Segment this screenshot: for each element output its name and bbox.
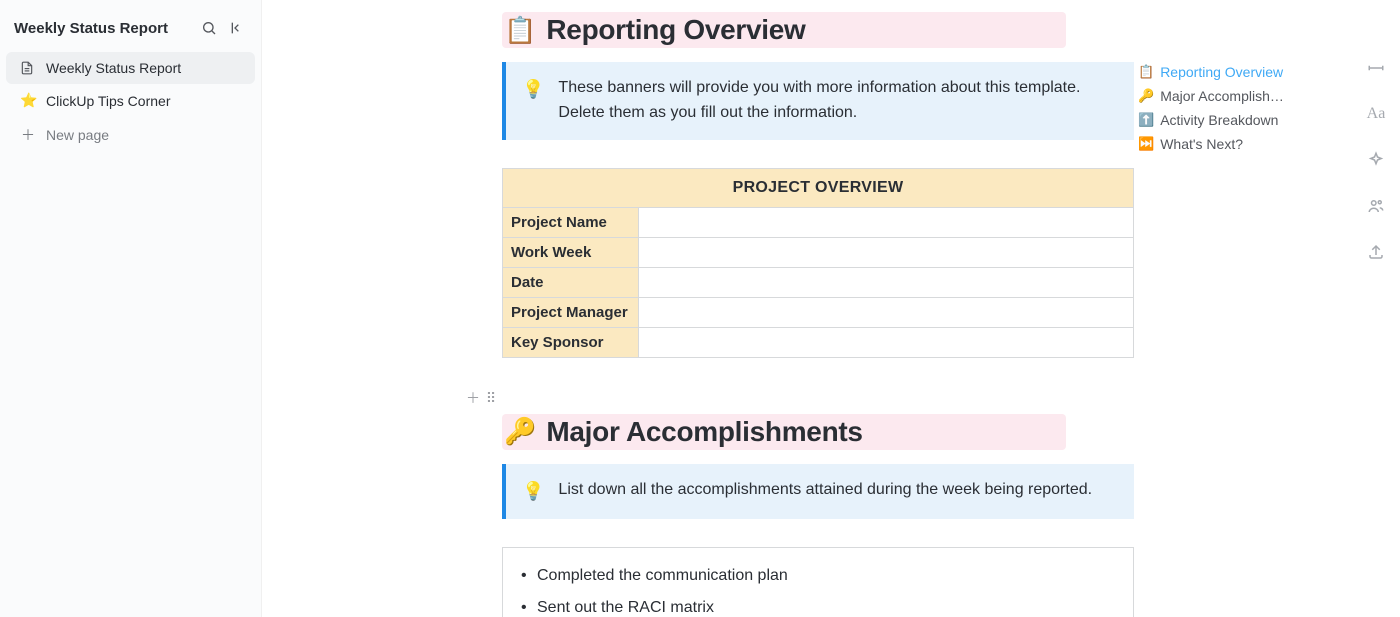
drag-handle-icon[interactable]: ⠿ xyxy=(484,388,498,408)
workspace-title: Weekly Status Report xyxy=(14,20,191,37)
document-content: 📋 Reporting Overview 💡 These banners wil… xyxy=(502,12,1134,617)
heading-reporting-overview[interactable]: 📋 Reporting Overview xyxy=(502,12,1066,48)
right-rail: Aa xyxy=(1352,0,1400,617)
accomplishments-block[interactable]: Completed the communication plan Sent ou… xyxy=(502,547,1134,617)
table-row: Date xyxy=(503,267,1134,297)
table-header: PROJECT OVERVIEW xyxy=(503,168,1134,207)
heading-major-accomplishments[interactable]: 🔑 Major Accomplishments xyxy=(502,414,1066,450)
sidebar-item-label: ClickUp Tips Corner xyxy=(46,93,170,109)
sidebar-items: Weekly Status Report ⭐ ClickUp Tips Corn… xyxy=(0,52,261,153)
outline-item-whats-next[interactable]: ⏭️ What's Next? xyxy=(1138,132,1288,156)
width-toggle-icon[interactable] xyxy=(1364,56,1388,80)
outline-label: Reporting Overview xyxy=(1160,64,1283,80)
outline-label: Activity Breakdown xyxy=(1160,112,1278,128)
heading-text: Major Accomplishments xyxy=(546,416,862,448)
document-main: 📋 Reporting Overview 💡 These banners wil… xyxy=(262,0,1352,617)
table-row: Key Sponsor xyxy=(503,327,1134,357)
table-row: Project Manager xyxy=(503,297,1134,327)
plus-icon: ＋ xyxy=(20,125,36,145)
sidebar-item-weekly-status-report[interactable]: Weekly Status Report xyxy=(6,52,255,84)
table-row: Project Name xyxy=(503,207,1134,237)
next-icon: ⏭️ xyxy=(1138,136,1154,152)
star-icon: ⭐ xyxy=(20,92,36,109)
row-value[interactable] xyxy=(639,327,1134,357)
search-icon[interactable] xyxy=(199,18,219,38)
row-value[interactable] xyxy=(639,297,1134,327)
key-icon: 🔑 xyxy=(1138,88,1154,104)
sidebar-item-label: New page xyxy=(46,127,109,143)
callout-text: List down all the accomplishments attain… xyxy=(558,478,1092,506)
ai-icon[interactable] xyxy=(1364,148,1388,172)
key-icon: 🔑 xyxy=(504,416,536,447)
sidebar-header: Weekly Status Report xyxy=(0,18,261,52)
project-overview-table[interactable]: PROJECT OVERVIEW Project Name Work Week … xyxy=(502,168,1134,358)
list-item[interactable]: Completed the communication plan xyxy=(513,560,1115,592)
outline-item-major-accomplishments[interactable]: 🔑 Major Accomplish… xyxy=(1138,84,1288,108)
row-label: Work Week xyxy=(503,237,639,267)
doc-icon xyxy=(20,61,36,75)
callout-info[interactable]: 💡 These banners will provide you with mo… xyxy=(502,62,1134,140)
row-value[interactable] xyxy=(639,237,1134,267)
export-icon[interactable] xyxy=(1364,240,1388,264)
bullet-list: Completed the communication plan Sent ou… xyxy=(513,560,1115,617)
typography-icon[interactable]: Aa xyxy=(1364,102,1388,126)
row-label: Key Sponsor xyxy=(503,327,639,357)
row-value[interactable] xyxy=(639,207,1134,237)
heading-text: Reporting Overview xyxy=(546,14,805,46)
sidebar-item-label: Weekly Status Report xyxy=(46,60,181,76)
sidebar: Weekly Status Report Weekly Status Repor… xyxy=(0,0,262,617)
list-item[interactable]: Sent out the RACI matrix xyxy=(513,592,1115,617)
callout-text: These banners will provide you with more… xyxy=(558,76,1118,126)
outline-label: Major Accomplish… xyxy=(1160,88,1284,104)
clipboard-icon: 📋 xyxy=(1138,64,1154,80)
collaborators-icon[interactable] xyxy=(1364,194,1388,218)
callout-info[interactable]: 💡 List down all the accomplishments atta… xyxy=(502,464,1134,520)
collapse-sidebar-icon[interactable] xyxy=(227,18,247,38)
outline-panel: 📋 Reporting Overview 🔑 Major Accomplish…… xyxy=(1138,60,1288,156)
up-arrow-icon: ⬆️ xyxy=(1138,112,1154,128)
sidebar-item-new-page[interactable]: ＋ New page xyxy=(6,117,255,153)
table-row: Work Week xyxy=(503,237,1134,267)
outline-item-activity-breakdown[interactable]: ⬆️ Activity Breakdown xyxy=(1138,108,1288,132)
row-label: Date xyxy=(503,267,639,297)
bulb-icon: 💡 xyxy=(522,76,544,126)
row-value[interactable] xyxy=(639,267,1134,297)
clipboard-icon: 📋 xyxy=(504,15,536,46)
add-block-icon[interactable]: ＋ xyxy=(466,388,480,408)
outline-label: What's Next? xyxy=(1160,136,1243,152)
row-label: Project Name xyxy=(503,207,639,237)
sidebar-item-clickup-tips[interactable]: ⭐ ClickUp Tips Corner xyxy=(6,84,255,117)
bulb-icon: 💡 xyxy=(522,478,544,506)
block-handles: ＋ ⠿ xyxy=(466,388,498,408)
row-label: Project Manager xyxy=(503,297,639,327)
outline-item-reporting-overview[interactable]: 📋 Reporting Overview xyxy=(1138,60,1288,84)
